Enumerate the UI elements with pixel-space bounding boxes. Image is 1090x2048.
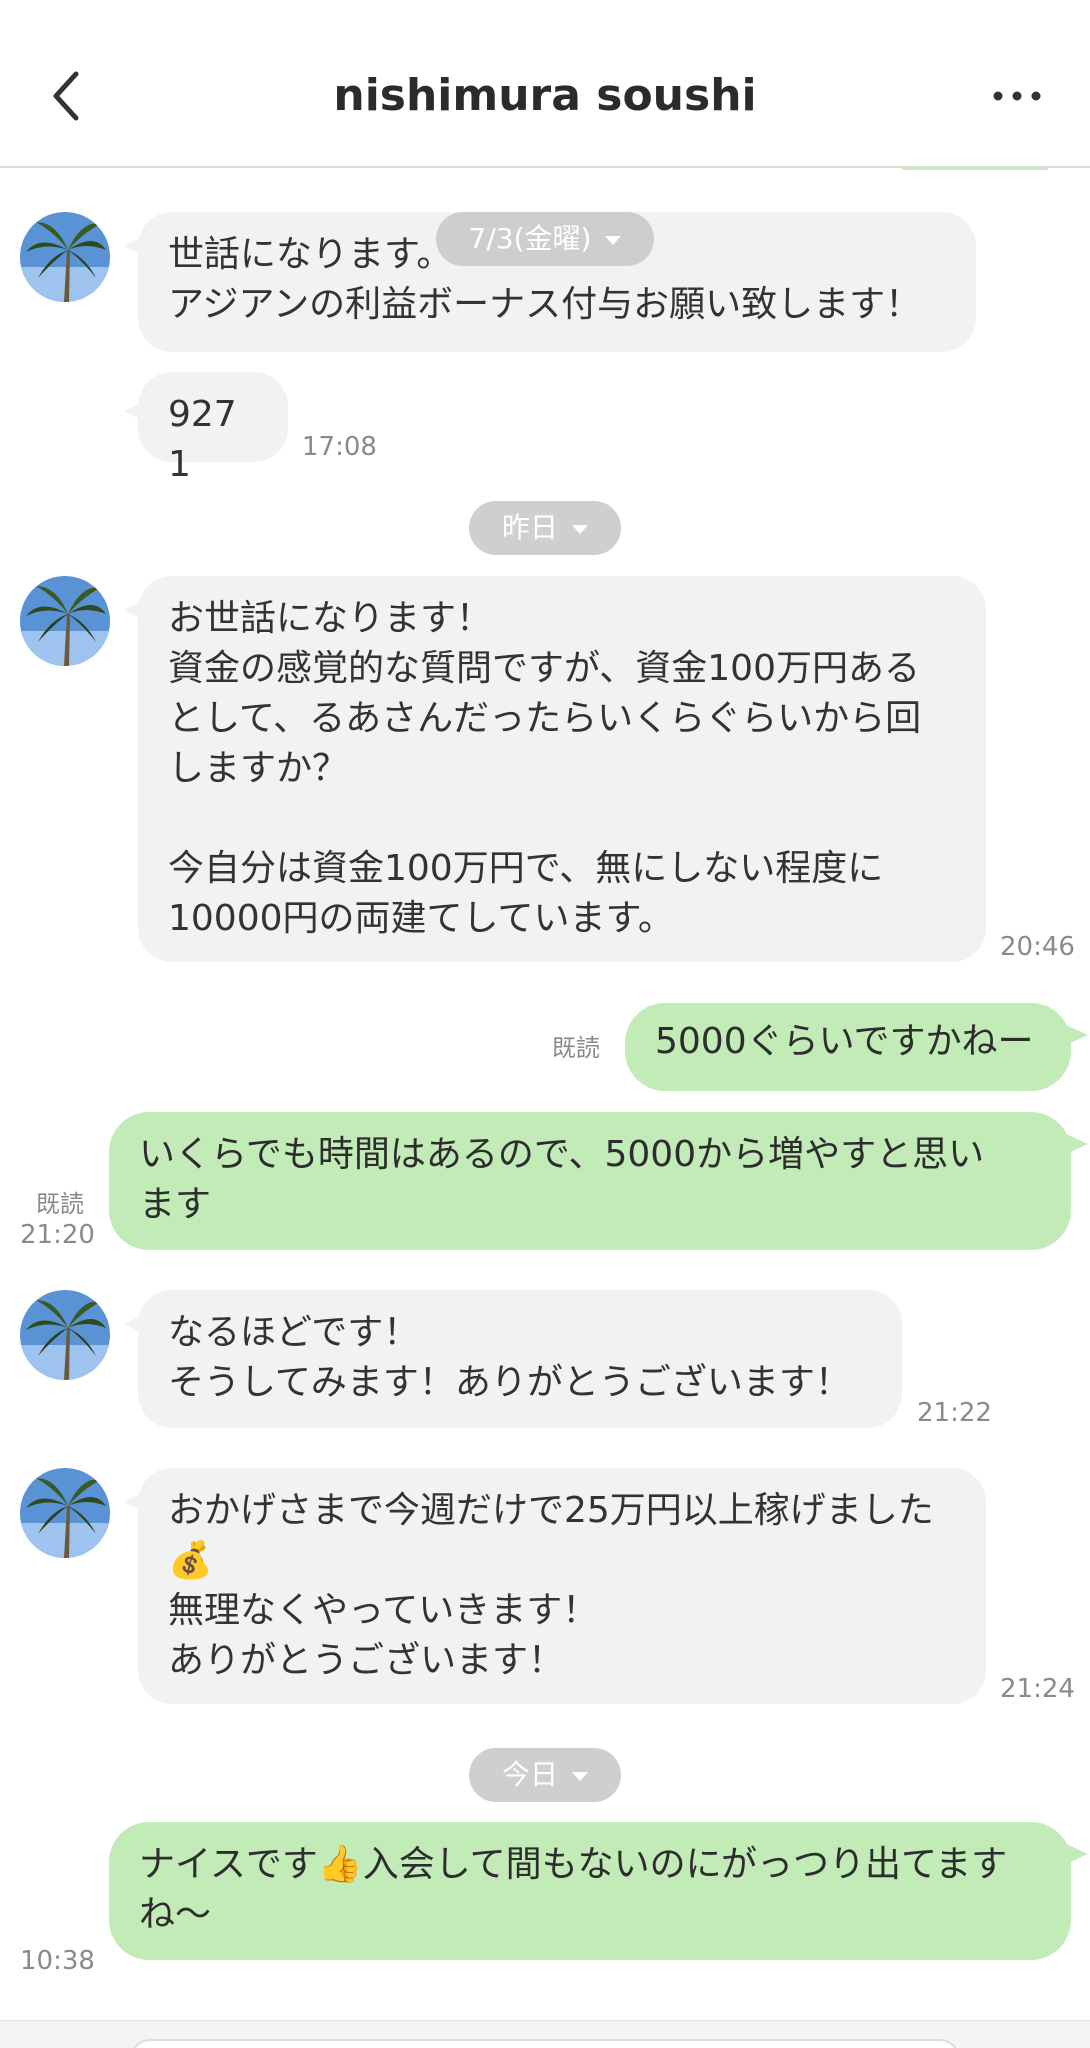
outgoing-message[interactable]: ナイスです👍入会して間もないのにがっつり出てます ね〜 (109, 1822, 1071, 1960)
outgoing-message[interactable]: 5000ぐらいですかねー (625, 1003, 1071, 1091)
bubble-tail (1066, 1025, 1088, 1045)
outgoing-message[interactable]: いくらでも時間はあるので、5000から増やすと思い ます (109, 1112, 1071, 1250)
message-input-field[interactable] (130, 2039, 960, 2048)
message-time: 17:08 (302, 432, 377, 462)
avatar[interactable] (20, 576, 110, 666)
chat-title: nishimura soushi (333, 70, 757, 121)
palm-tree-avatar-image (20, 576, 110, 666)
incoming-message[interactable]: お世話になります！ 資金の感覚的な質問ですが、資金100万円ある として、るあさ… (138, 576, 986, 962)
chevron-left-icon (53, 71, 79, 121)
date-label: 今日 (501, 1758, 558, 1791)
message-time: 10:38 (20, 1946, 95, 1976)
bubble-tail (1066, 1134, 1088, 1154)
message-time: 21:22 (917, 1398, 992, 1428)
bubble-tail (1066, 1844, 1088, 1864)
message-input-bar (0, 2020, 1090, 2048)
more-dots-icon (993, 91, 1041, 101)
palm-tree-avatar-image (20, 1290, 110, 1380)
caret-down-icon (572, 524, 588, 534)
date-label: 昨日 (501, 511, 558, 544)
date-label: 7/3(金曜) (468, 222, 592, 255)
avatar[interactable] (20, 1468, 110, 1558)
palm-tree-avatar-image (20, 1468, 110, 1558)
chat-header: nishimura soushi (0, 0, 1090, 168)
incoming-message[interactable]: おかげさまで今週だけで25万円以上稼げました 💰 無理なくやっていきます！ あり… (138, 1468, 986, 1704)
date-separator-yesterday[interactable]: 昨日 (469, 501, 621, 555)
date-separator-first[interactable]: 7/3(金曜) (436, 212, 654, 266)
avatar[interactable] (20, 1290, 110, 1380)
chat-messages[interactable]: 世話になります。 アジアンの利益ボーナス付与お願い致します！ 7/3(金曜) 9… (0, 170, 1090, 2020)
caret-down-icon (605, 235, 622, 245)
message-time: 20:46 (1000, 932, 1075, 962)
palm-tree-avatar-image (20, 212, 110, 302)
message-time: 21:20 (20, 1220, 95, 1250)
back-button[interactable] (40, 60, 96, 130)
avatar[interactable] (20, 212, 110, 302)
read-receipt: 既読 (36, 1190, 84, 1218)
incoming-message[interactable]: 9271 (138, 372, 288, 485)
incoming-message[interactable]: なるほどです！ そうしてみます！ありがとうございます！ (138, 1290, 902, 1428)
date-separator-today[interactable]: 今日 (469, 1748, 621, 1802)
more-options-button[interactable] (984, 70, 1054, 120)
message-time: 21:24 (1000, 1674, 1075, 1704)
read-receipt: 既読 (552, 1034, 600, 1062)
caret-down-icon (572, 1771, 588, 1781)
